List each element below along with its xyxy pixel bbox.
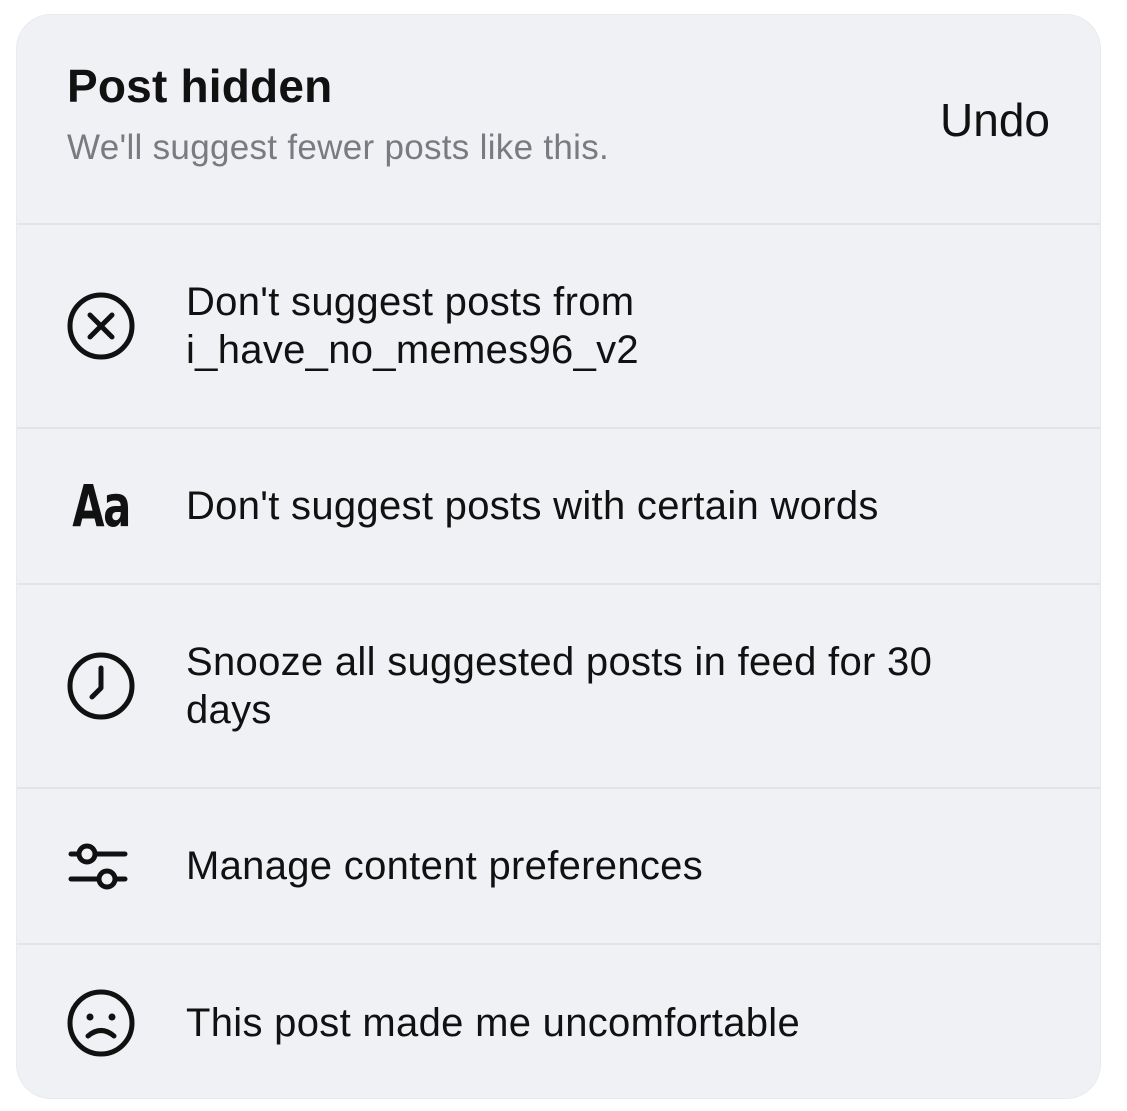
page-title: Post hidden: [67, 60, 333, 112]
option-label: Snooze all suggested posts in feed for 3…: [186, 640, 933, 732]
post-hidden-header: Post hidden We'll suggest fewer posts li…: [17, 15, 1100, 225]
text-aa-icon: Aa: [65, 470, 137, 542]
option-label: Manage content preferences: [186, 844, 704, 888]
sliders-icon: [65, 830, 137, 902]
option-label: Don't suggest posts with certain words: [186, 484, 879, 528]
option-uncomfortable[interactable]: This post made me uncomfortable: [17, 945, 1100, 1098]
post-hidden-card: Post hidden We'll suggest fewer posts li…: [17, 15, 1100, 1098]
option-label: Don't suggest posts from i_have_no_memes…: [186, 280, 639, 372]
clock-icon: [65, 650, 137, 722]
header-subtitle: We'll suggest fewer posts like this.: [67, 128, 610, 167]
option-manage-preferences[interactable]: Manage content preferences: [17, 789, 1100, 945]
option-snooze-suggested[interactable]: Snooze all suggested posts in feed for 3…: [17, 585, 1100, 789]
option-label: This post made me uncomfortable: [186, 1000, 801, 1045]
sad-face-icon: [65, 987, 137, 1059]
text-aa-glyph: Aa: [72, 472, 131, 540]
option-dont-suggest-from-account[interactable]: Don't suggest posts from i_have_no_memes…: [17, 225, 1100, 429]
undo-button[interactable]: Undo: [940, 93, 1050, 147]
close-circle-icon: [65, 290, 137, 362]
option-certain-words[interactable]: Aa Don't suggest posts with certain word…: [17, 429, 1100, 585]
